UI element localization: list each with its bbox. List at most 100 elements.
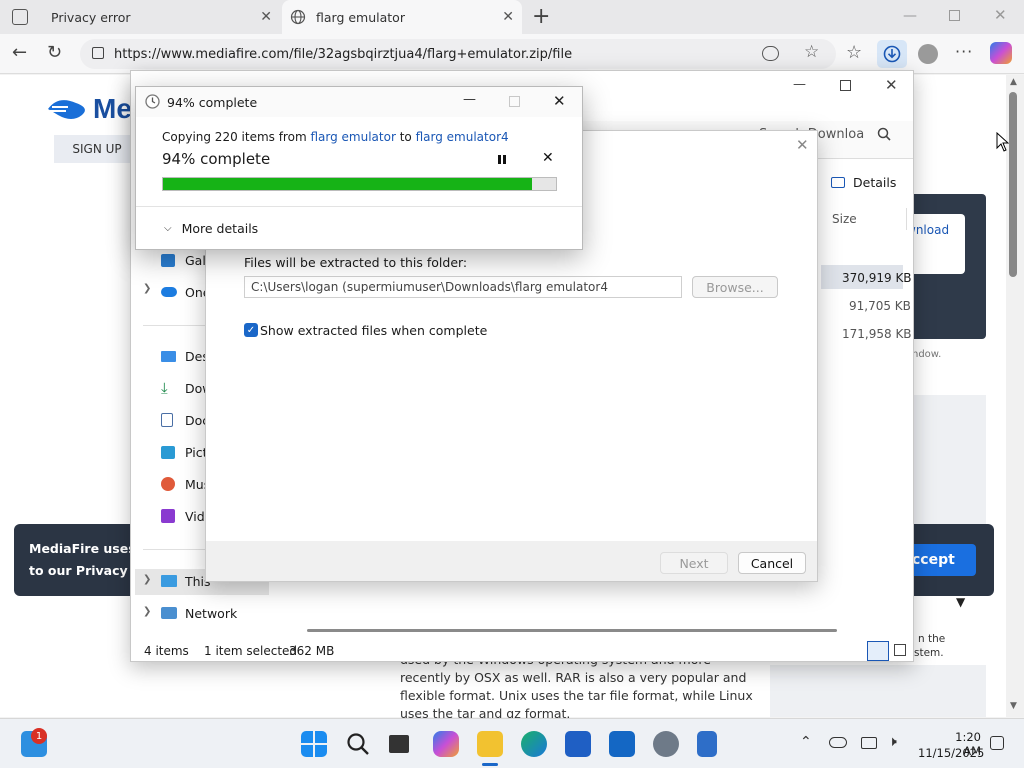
start-windows-icon[interactable]	[301, 731, 327, 757]
expand-chevron-icon[interactable]: ❯	[143, 283, 151, 294]
extract-close-icon[interactable]: ✕	[796, 136, 809, 154]
taskbar: 1 ⌃ 🕨 1:20 AM 11/15/2025	[0, 718, 1024, 768]
close-tab-icon[interactable]: ✕	[502, 9, 514, 25]
scroll-up-icon[interactable]: ▲	[1010, 77, 1017, 87]
details-label: Details	[853, 175, 897, 190]
tiles-layout-icon[interactable]	[894, 644, 906, 656]
copilot-icon[interactable]	[990, 42, 1012, 64]
show-files-label[interactable]: Show extracted files when complete	[260, 323, 487, 338]
close-window-icon[interactable]: ✕	[994, 6, 1007, 24]
progress-close-icon[interactable]: ✕	[553, 92, 566, 110]
search-icon[interactable]	[877, 127, 891, 141]
outlook-icon[interactable]	[609, 731, 635, 757]
url-text: https://www.mediafire.com/file/32agsbqir…	[114, 46, 573, 62]
close-tab-icon[interactable]: ✕	[260, 9, 272, 25]
volume-muted-icon[interactable]: 🕨	[888, 734, 897, 750]
new-tab-icon[interactable]: +	[532, 4, 550, 29]
explorer-maximize-icon[interactable]	[840, 80, 851, 91]
browse-button[interactable]: Browse...	[692, 276, 778, 298]
copy-prefix: Copying 220 items from	[162, 130, 307, 144]
copy-progress-dialog: 94% complete — ✕ Copying 220 items from …	[135, 86, 583, 250]
status-selected: 1 item selected	[204, 644, 298, 658]
downloads-icon[interactable]	[877, 40, 907, 68]
video-icon	[161, 509, 175, 523]
show-files-checkbox[interactable]: ✓	[244, 323, 258, 337]
tab-actions-icon[interactable]	[12, 9, 28, 25]
edge-browser-icon[interactable]	[521, 731, 547, 757]
desktop-icon	[161, 350, 176, 362]
nav-item-pictures[interactable]: Pict	[161, 441, 208, 463]
progress-maximize-icon[interactable]	[509, 96, 520, 107]
scroll-down-icon[interactable]: ▼	[1010, 701, 1017, 711]
nav-item-documents[interactable]: Doc	[161, 409, 209, 431]
task-view-icon[interactable]	[389, 735, 409, 753]
minimize-window-icon[interactable]: —	[903, 8, 917, 24]
accept-cookies-button[interactable]: ccept	[912, 544, 976, 576]
reading-mode-icon[interactable]	[762, 46, 779, 61]
notepad-icon[interactable]	[697, 731, 717, 757]
details-view-button[interactable]: Details	[831, 175, 896, 190]
copilot-taskbar-icon[interactable]	[433, 731, 459, 757]
expand-chevron-icon[interactable]: ❯	[143, 574, 151, 585]
search-icon[interactable]	[345, 731, 371, 757]
mouse-cursor-icon	[996, 132, 1009, 152]
settings-gear-icon[interactable]	[653, 731, 679, 757]
back-icon[interactable]: ←	[12, 44, 27, 62]
signup-button[interactable]: SIGN UP	[54, 135, 140, 163]
expand-chevron-icon[interactable]: ❯	[143, 606, 151, 617]
details-icon	[831, 177, 845, 188]
progress-minimize-icon[interactable]: —	[463, 92, 476, 107]
display-icon[interactable]	[861, 737, 877, 749]
notification-badge: 1	[31, 728, 47, 744]
nav-item-network[interactable]: Network	[161, 602, 237, 624]
extract-folder-label: Files will be extracted to this folder:	[244, 255, 468, 270]
dropdown-caret-icon[interactable]: ▼	[956, 595, 965, 609]
details-layout-icon[interactable]	[867, 641, 889, 661]
profile-avatar[interactable]	[918, 44, 938, 64]
restore-window-icon[interactable]	[949, 10, 960, 21]
file-size: 171,958 KB	[842, 327, 912, 341]
side-text-2: stem.	[914, 647, 944, 659]
clock-date[interactable]: 11/15/2025	[918, 746, 984, 760]
extract-path-input[interactable]: C:\Users\logan (supermiumuser\Downloads\…	[244, 276, 682, 298]
cloud-offline-icon[interactable]	[829, 737, 847, 748]
side-text-1: n the	[918, 633, 946, 645]
cancel-button[interactable]: Cancel	[738, 552, 806, 574]
progress-divider	[136, 206, 582, 207]
cancel-copy-icon[interactable]: ✕	[542, 150, 554, 166]
clock-icon	[145, 94, 160, 109]
nav-item-onedrive[interactable]: One	[161, 281, 210, 303]
status-items: 4 items	[144, 644, 189, 658]
tab-flarg-emulator[interactable]: flarg emulator ✕	[282, 0, 522, 34]
column-header-size[interactable]: Size	[832, 212, 857, 226]
progress-bar	[162, 177, 557, 191]
address-bar[interactable]: https://www.mediafire.com/file/32agsbqir…	[80, 39, 836, 69]
favorites-icon[interactable]: ☆	[846, 42, 862, 63]
nav-item-gallery[interactable]: Gall	[161, 249, 209, 271]
source-folder-link[interactable]: flarg emulator	[310, 130, 395, 144]
favorite-star-icon[interactable]: ☆	[804, 42, 819, 62]
nav-item-music[interactable]: Mus	[161, 473, 210, 495]
onedrive-cloud-icon	[161, 287, 177, 297]
nav-item-this-pc[interactable]: This	[161, 570, 211, 592]
horizontal-scrollbar[interactable]	[307, 629, 837, 632]
destination-folder-link[interactable]: flarg emulator4	[416, 130, 509, 144]
file-explorer-taskbar-icon[interactable]	[477, 731, 503, 757]
more-options-icon[interactable]: ···	[955, 42, 973, 61]
page-scrollbar[interactable]: ▲ ▼	[1006, 75, 1024, 717]
show-hidden-icons-icon[interactable]: ⌃	[800, 734, 812, 750]
site-info-icon[interactable]	[92, 47, 104, 59]
globe-icon	[290, 9, 306, 25]
notifications-icon[interactable]	[990, 736, 1004, 750]
refresh-icon[interactable]: ↻	[47, 44, 62, 62]
mediafire-logo-icon	[46, 97, 92, 121]
explorer-minimize-icon[interactable]: —	[793, 77, 806, 92]
more-details-toggle[interactable]: ⌵ More details	[164, 221, 258, 236]
store-icon[interactable]	[565, 731, 591, 757]
explorer-close-icon[interactable]: ✕	[885, 76, 898, 94]
pause-icon[interactable]	[498, 155, 506, 164]
next-button[interactable]: Next	[660, 552, 728, 574]
file-size: 91,705 KB	[849, 299, 911, 313]
scroll-thumb[interactable]	[1009, 92, 1017, 277]
tab-privacy-error[interactable]: Privacy error ✕	[40, 0, 280, 34]
